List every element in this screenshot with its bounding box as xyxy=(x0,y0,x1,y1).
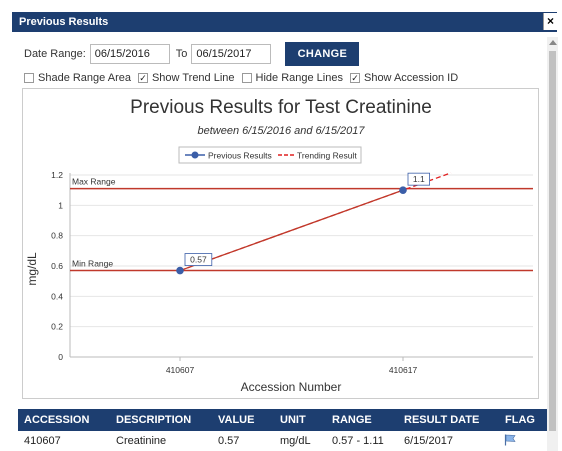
cell-range: 0.57 - 1.11 xyxy=(332,435,384,447)
to-label: To xyxy=(175,48,188,60)
legend-previous-label: Previous Results xyxy=(208,151,272,161)
chart-panel: Previous Results for Test Creatinine bet… xyxy=(22,88,539,399)
y-tick-label: 0.4 xyxy=(51,291,63,301)
data-label: 1.1 xyxy=(413,174,425,184)
col-accession: ACCESSION xyxy=(24,414,90,426)
vertical-scrollbar[interactable] xyxy=(547,37,558,451)
window-titlebar: Previous Results × xyxy=(12,12,557,32)
y-tick-label: 0.6 xyxy=(51,261,63,271)
x-tick-label: 410607 xyxy=(166,365,195,375)
option-label: Show Trend Line xyxy=(151,72,235,84)
option-show-accession-id[interactable]: ✓ Show Accession ID xyxy=(349,72,459,84)
scroll-up-icon[interactable] xyxy=(549,40,557,45)
cell-description: Creatinine xyxy=(116,435,167,447)
y-tick-label: 0.2 xyxy=(51,322,63,332)
table-row[interactable]: 410607 Creatinine 0.57 mg/dL 0.57 - 1.11… xyxy=(18,431,547,451)
checkbox[interactable] xyxy=(24,73,34,83)
checkbox[interactable] xyxy=(241,73,252,83)
data-point xyxy=(399,186,407,194)
y-axis-label: mg/dL xyxy=(25,252,39,286)
scrollbar-thumb[interactable] xyxy=(549,51,556,431)
chart-legend: Previous Results Trending Result xyxy=(178,146,362,164)
cell-value: 0.57 xyxy=(218,435,240,447)
option-show-trend-line[interactable]: ✓ Show Trend Line xyxy=(137,72,235,84)
checkbox-checked[interactable]: ✓ xyxy=(137,73,148,83)
data-label: 0.57 xyxy=(190,255,207,265)
window-title: Previous Results xyxy=(19,16,109,28)
date-range-label: Date Range: xyxy=(24,48,86,60)
col-description: DESCRIPTION xyxy=(116,414,192,426)
results-chart: Previous Results for Test Creatinine bet… xyxy=(25,97,533,394)
cell-accession: 410607 xyxy=(24,435,61,447)
cell-result-date: 6/15/2017 xyxy=(404,435,453,447)
checkbox-checked[interactable]: ✓ xyxy=(349,73,360,83)
y-tick-label: 1.2 xyxy=(51,170,63,180)
flag-icon[interactable] xyxy=(504,434,516,446)
close-button[interactable]: × xyxy=(543,13,557,30)
legend-previous-marker xyxy=(191,151,199,159)
col-unit: UNIT xyxy=(280,414,306,426)
chart-title: Previous Results for Test Creatinine xyxy=(130,97,432,118)
col-range: RANGE xyxy=(332,414,372,426)
date-range-toolbar: Date Range: To CHANGE xyxy=(24,42,360,66)
col-flag: FLAG xyxy=(505,414,535,426)
y-tick-label: 1 xyxy=(58,200,63,210)
y-tick-label: 0.8 xyxy=(51,231,63,241)
cell-unit: mg/dL xyxy=(280,435,311,447)
series-line xyxy=(179,189,404,272)
from-date-input[interactable] xyxy=(89,44,170,64)
chart-subtitle: between 6/15/2016 and 6/15/2017 xyxy=(198,125,366,137)
change-button[interactable]: CHANGE xyxy=(285,42,360,66)
option-hide-range-lines[interactable]: Hide Range Lines xyxy=(241,72,343,84)
to-date-input[interactable] xyxy=(191,44,272,64)
y-tick-label: 0 xyxy=(58,352,63,362)
reference-line-label: Max Range xyxy=(72,177,116,187)
option-label: Show Accession ID xyxy=(363,72,459,84)
col-value: VALUE xyxy=(218,414,255,426)
legend-trend-label: Trending Result xyxy=(297,151,357,161)
reference-line-label: Min Range xyxy=(72,259,113,269)
data-point xyxy=(176,266,184,275)
results-table: ACCESSION DESCRIPTION VALUE UNIT RANGE R… xyxy=(18,409,547,451)
option-label: Hide Range Lines xyxy=(255,72,343,84)
option-label: Shade Range Area xyxy=(38,72,131,84)
chart-options: Shade Range Area ✓ Show Trend Line Hide … xyxy=(24,72,465,84)
col-result-date: RESULT DATE xyxy=(404,414,480,426)
x-axis-label: Accession Number xyxy=(241,380,342,394)
option-shade-range-area[interactable]: Shade Range Area xyxy=(24,72,131,84)
x-tick-label: 410617 xyxy=(389,365,418,375)
results-table-header: ACCESSION DESCRIPTION VALUE UNIT RANGE R… xyxy=(18,409,547,431)
